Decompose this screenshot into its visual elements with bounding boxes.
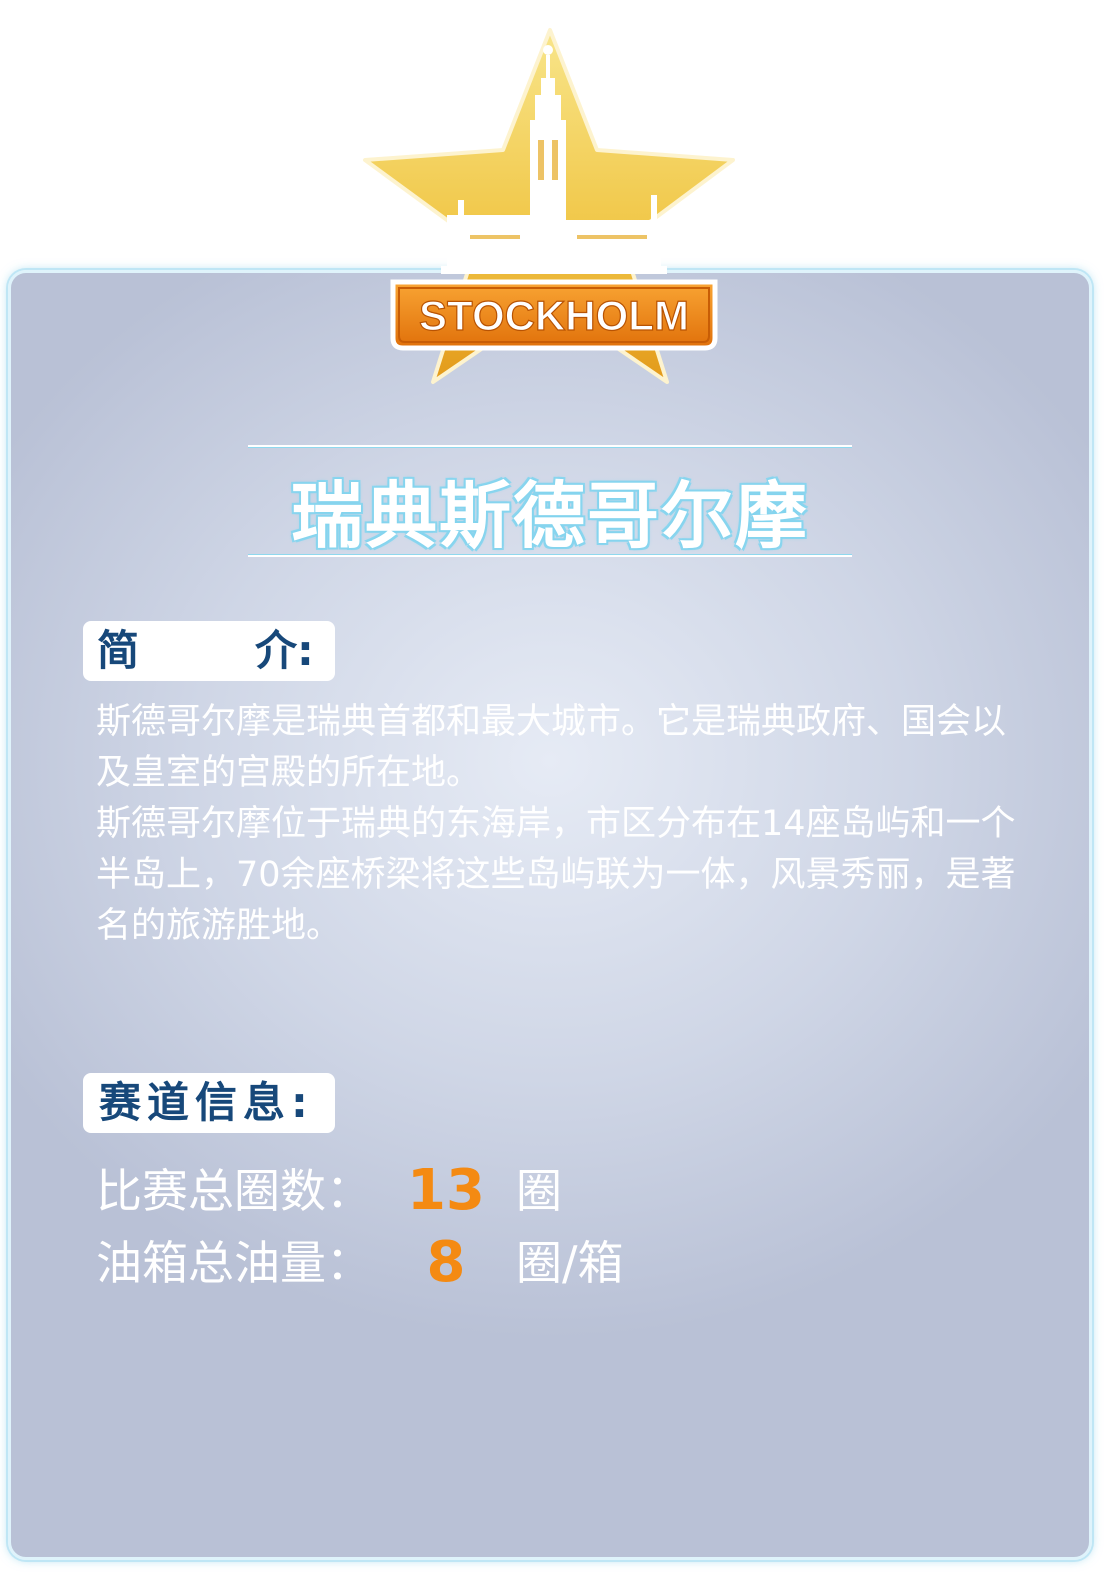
city-hall-star-icon: STOCKHOLM (355, 20, 755, 400)
intro-paragraph-2: 斯德哥尔摩位于瑞典的东海岸，市区分布在14座岛屿和一个半岛上，70余座桥梁将这些… (96, 804, 1016, 946)
fuel-label: 油箱总油量： (96, 1236, 372, 1290)
intro-heading: 简 介: (83, 621, 335, 681)
banner-text: STOCKHOLM (419, 292, 689, 339)
title-frame: 瑞典斯德哥尔摩 (248, 445, 852, 558)
laps-unit: 圈 (516, 1164, 562, 1218)
laps-label: 比赛总圈数： (96, 1164, 372, 1218)
track-info-heading: 赛道信息: (83, 1073, 335, 1133)
page-title: 瑞典斯德哥尔摩 (290, 474, 809, 558)
intro-paragraph-1: 斯德哥尔摩是瑞典首都和最大城市。它是瑞典政府、国会以及皇室的宫殿的所在地。 (96, 702, 1007, 793)
stage-info-page: STOCKHOLM 瑞典斯德哥尔摩 简 介: 斯德哥尔摩是瑞典首都和最大城市。它… (0, 0, 1110, 1582)
intro-heading-char2: 介: (255, 626, 314, 675)
laps-value: 13 (407, 1158, 485, 1223)
intro-heading-char1: 简 (97, 626, 140, 675)
fuel-value: 8 (426, 1230, 466, 1295)
intro-description: 斯德哥尔摩是瑞典首都和最大城市。它是瑞典政府、国会以及皇室的宫殿的所在地。 斯德… (96, 697, 1026, 952)
fuel-unit: 圈/箱 (516, 1236, 624, 1290)
